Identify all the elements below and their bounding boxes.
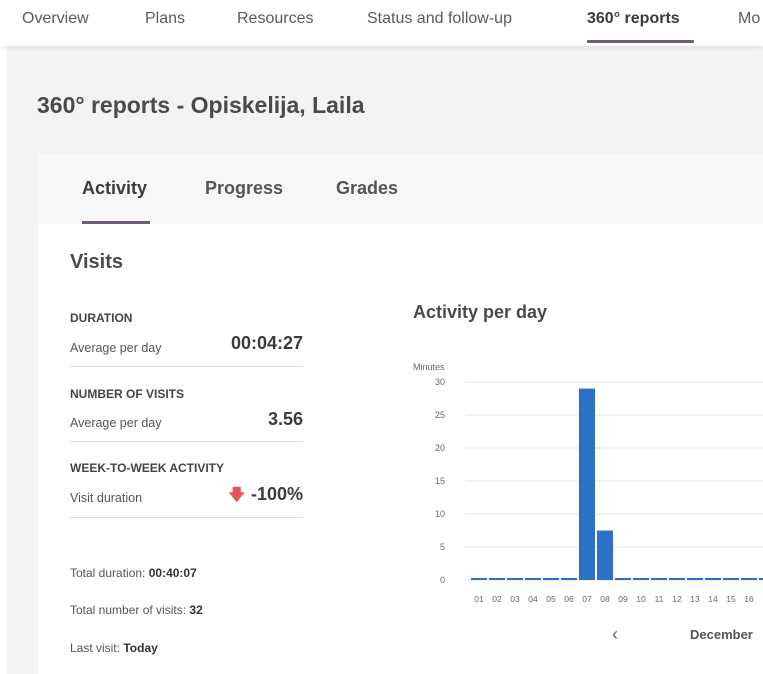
duration-value: 00:04:27 <box>230 333 303 353</box>
page-title: 360° reports - Opiskelija, Laila <box>37 92 365 118</box>
chart-title: Activity per day <box>413 302 548 322</box>
nav-tab-plans[interactable]: Plans <box>145 10 185 28</box>
top-navigation: Overview Plans Resources Status and foll… <box>0 0 763 46</box>
x-tick-label: 02 <box>492 594 502 604</box>
x-tick-label: 13 <box>690 594 700 604</box>
duration-sub: Average per day <box>70 341 162 355</box>
bar <box>615 578 631 580</box>
bar <box>579 388 595 580</box>
x-tick-label: 05 <box>546 594 556 604</box>
total-visits: Total number of visits: 32 <box>70 603 203 617</box>
total-duration: Total duration: 00:40:07 <box>70 566 197 580</box>
visits-count-label: NUMBER OF VISITS <box>70 387 185 401</box>
x-tick-label: 14 <box>708 594 718 604</box>
last-visit-label: Last visit: <box>70 641 121 655</box>
nav-tab-360-reports[interactable]: 360° reports <box>587 10 680 28</box>
y-tick-label: 30 <box>435 377 445 387</box>
x-tick-label: 12 <box>672 594 682 604</box>
nav-tab-overview[interactable]: Overview <box>22 10 89 28</box>
bar <box>561 578 577 580</box>
x-tick-label: 16 <box>744 594 754 604</box>
x-tick-label: 03 <box>510 594 520 604</box>
y-tick-label: 5 <box>440 542 445 552</box>
last-visit: Last visit: Today <box>70 641 158 655</box>
y-tick-label: 20 <box>435 443 445 453</box>
activity-chart: Minutes05101520253001 02 03 04 05 06 07 08 09 10 1… <box>413 362 763 604</box>
active-subtab-indicator <box>82 221 150 224</box>
x-tick-label: 10 <box>636 594 646 604</box>
total-visits-value: 32 <box>189 603 203 617</box>
divider <box>70 517 303 518</box>
bar <box>651 578 667 580</box>
y-tick-label: 0 <box>440 575 445 585</box>
active-tab-indicator <box>587 40 694 43</box>
y-axis-label: Minutes <box>413 362 445 372</box>
divider <box>70 366 303 367</box>
subtab-progress[interactable]: Progress <box>205 178 283 199</box>
bar <box>507 578 523 580</box>
bar <box>489 578 505 580</box>
x-tick-label: 01 <box>474 594 484 604</box>
visits-count-sub: Average per day <box>70 416 162 430</box>
bar <box>543 578 559 580</box>
chevron-left-icon[interactable]: ‹ <box>612 624 618 645</box>
visits-count-value: 3.56 <box>267 409 303 429</box>
x-tick-label: 09 <box>618 594 628 604</box>
month-label: December <box>690 627 753 642</box>
x-tick-label: 11 <box>655 594 664 604</box>
divider <box>70 441 303 442</box>
weekly-activity-label: WEEK-TO-WEEK ACTIVITY <box>70 461 224 475</box>
x-tick-label: 08 <box>600 594 610 604</box>
bar <box>597 530 613 580</box>
x-tick-label: 04 <box>528 594 538 604</box>
visits-title: Visits <box>70 251 123 273</box>
nav-tab-more[interactable]: Mo <box>738 10 760 28</box>
y-tick-label: 15 <box>435 476 445 486</box>
total-duration-label: Total duration: <box>70 566 146 580</box>
weekly-activity-sub: Visit duration <box>70 491 143 505</box>
bar <box>705 578 721 580</box>
bar <box>669 578 685 580</box>
x-tick-label: 07 <box>582 594 592 604</box>
x-tick-label: 15 <box>726 594 736 604</box>
subtab-activity[interactable]: Activity <box>82 178 147 199</box>
bar <box>633 578 649 580</box>
total-duration-value: 00:40:07 <box>148 566 197 580</box>
nav-tab-status-followup[interactable]: Status and follow-up <box>367 10 512 28</box>
bar <box>687 578 703 580</box>
y-tick-label: 25 <box>435 410 445 420</box>
bar <box>741 578 757 580</box>
bar <box>525 578 541 580</box>
subtab-grades[interactable]: Grades <box>336 178 398 199</box>
y-tick-label: 10 <box>435 509 445 519</box>
weekly-activity-value-wrap: 🡇 -100% <box>229 484 303 511</box>
arrow-down-icon: 🡇 <box>228 487 245 504</box>
last-visit-value: Today <box>123 641 158 655</box>
x-tick-label: 06 <box>564 594 574 604</box>
weekly-activity-value: -100% <box>250 484 303 504</box>
bar <box>471 578 487 580</box>
total-visits-label: Total number of visits: <box>70 603 187 617</box>
duration-label: DURATION <box>70 311 133 325</box>
bar <box>723 578 739 580</box>
nav-tab-resources[interactable]: Resources <box>237 10 313 28</box>
bar <box>759 578 763 580</box>
